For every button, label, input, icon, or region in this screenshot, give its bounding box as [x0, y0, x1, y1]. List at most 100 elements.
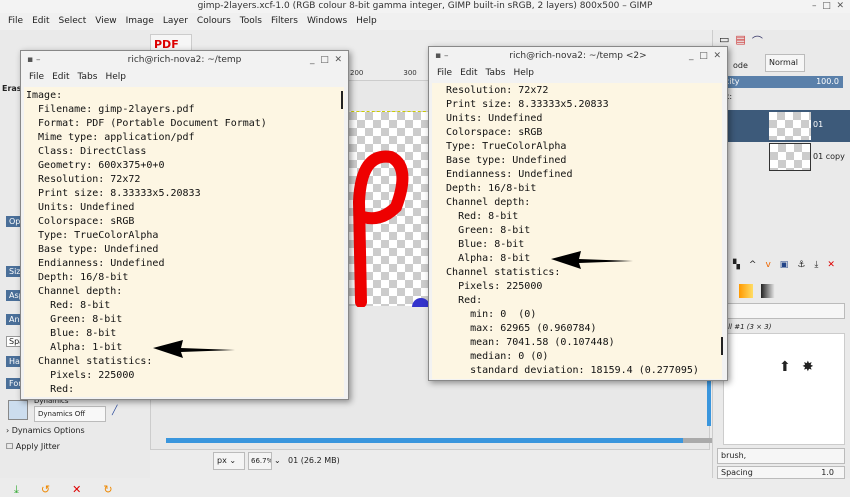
spacing-value: 1.0 — [821, 468, 834, 477]
opacity-slider[interactable]: city 100.0 — [713, 76, 843, 88]
terminal-title: rich@rich-nova2: ~/temp <2> — [509, 51, 647, 61]
restore-preset-icon[interactable]: ↺ — [41, 483, 50, 497]
brush-grid[interactable]: ⬆ ✸ — [723, 333, 845, 445]
menu-windows[interactable]: Windows — [307, 13, 347, 30]
spacing-slider[interactable]: Spacing 1.0 — [717, 466, 845, 479]
horizontal-ruler: 200 300 — [350, 69, 417, 77]
menubar: File Edit Select View Image Layer Colour… — [0, 13, 850, 30]
image-layer — [341, 111, 431, 316]
terminal-menu-help[interactable]: Help — [105, 69, 126, 85]
unit-value: px — [217, 456, 227, 465]
menu-help[interactable]: Help — [356, 13, 377, 30]
menu-filters[interactable]: Filters — [271, 13, 298, 30]
annotation-arrow-icon — [153, 340, 235, 358]
terminal-line: Geometry: 600x375+0+0 — [26, 160, 165, 171]
terminal-line: max: 62965 (0.960784) — [434, 323, 597, 334]
terminal-line: Units: Undefined — [434, 113, 543, 124]
terminal-line: Green: 8-bit — [434, 225, 531, 236]
menu-colours[interactable]: Colours — [197, 13, 231, 30]
zoom-dropdown[interactable]: ⌄ — [274, 452, 281, 470]
duplicate-layer-icon[interactable]: ▣ — [780, 260, 789, 270]
window-title: gimp-2layers.xcf-1.0 (RGB colour 8-bit g… — [0, 0, 850, 13]
gradients-tab-icon[interactable] — [739, 284, 753, 298]
brush-filter-input[interactable]: r — [717, 303, 845, 319]
unit-select[interactable]: px ⌄ — [213, 452, 245, 470]
ruler-tick: 200 — [350, 69, 364, 77]
delete-preset-icon[interactable]: ✕ — [72, 483, 81, 497]
edit-dynamics-icon[interactable]: ╱ — [112, 406, 117, 416]
mode-value: Normal — [769, 58, 798, 67]
terminal-line: Red: 8-bit — [434, 211, 519, 222]
terminal-line: Base type: Undefined — [434, 155, 567, 166]
menu-view[interactable]: View — [95, 13, 116, 30]
zoom-input[interactable]: 66.7% — [248, 452, 272, 470]
terminal-icon: ▪ – — [435, 51, 449, 61]
terminal-line: Format: PDF (Portable Document Format) — [26, 118, 267, 129]
lower-layer-icon[interactable]: v — [765, 260, 770, 270]
terminal-menu-tabs[interactable]: Tabs — [486, 65, 506, 81]
terminal-line: Mime type: application/pdf — [26, 132, 195, 143]
menu-image[interactable]: Image — [126, 13, 154, 30]
layer-row[interactable]: 01 — [713, 110, 850, 142]
window-controls[interactable]: – □ ✕ — [812, 0, 844, 13]
terminal-menu-tabs[interactable]: Tabs — [78, 69, 98, 85]
patterns-tab-icon[interactable] — [761, 284, 775, 298]
terminal-window-1[interactable]: ▪ – rich@rich-nova2: ~/temp _ □ ✕ File Edit… — [20, 50, 349, 400]
brush-tag-input[interactable]: brush, — [717, 448, 845, 464]
raise-layer-icon[interactable]: ^ — [749, 260, 757, 270]
terminal-line: Red: 8-bit — [26, 300, 111, 311]
terminal-window-2[interactable]: ▪ – rich@rich-nova2: ~/temp <2> _ □ ✕ File… — [428, 46, 728, 381]
terminal-scrollbar[interactable] — [721, 337, 723, 355]
terminal-line: median: 0 (0) — [434, 351, 549, 362]
layer-row[interactable]: 01 copy — [713, 142, 850, 172]
layer-thumbnail — [769, 143, 811, 171]
terminal-line: Units: Undefined — [26, 202, 135, 213]
anchor-icon[interactable]: ⚓ — [797, 260, 805, 270]
channels-tab-icon[interactable]: ▤ — [735, 33, 745, 49]
dynamics-select[interactable]: Dynamics Off — [34, 406, 106, 422]
terminal-line: min: 0 (0) — [434, 309, 537, 320]
terminal-menu-edit[interactable]: Edit — [52, 69, 69, 85]
terminal-window-controls[interactable]: _ □ ✕ — [310, 51, 342, 69]
horizontal-scrollbar[interactable] — [166, 438, 716, 443]
layer-thumbnail — [769, 112, 811, 140]
terminal-menu-file[interactable]: File — [437, 65, 452, 81]
terminal-menu-edit[interactable]: Edit — [460, 65, 477, 81]
menu-layer[interactable]: Layer — [163, 13, 188, 30]
paths-tab-icon[interactable]: ⌒ — [752, 33, 763, 49]
merge-icon[interactable]: ⤓ — [814, 260, 818, 270]
terminal-line: Endianness: Undefined — [434, 169, 573, 180]
dynamics-icon[interactable] — [8, 400, 28, 420]
apply-jitter-checkbox[interactable]: ☐ Apply Jitter — [6, 442, 60, 451]
terminal-line: Depth: 16/8-bit — [26, 272, 129, 283]
terminal-line: Print size: 8.33333x5.20833 — [434, 99, 609, 110]
new-group-icon[interactable]: ▚ — [733, 260, 740, 270]
delete-layer-icon[interactable]: ✕ — [827, 260, 835, 270]
terminal-output[interactable]: Resolution: 72x72 Print size: 8.33333x5.… — [432, 83, 722, 379]
menu-edit[interactable]: Edit — [32, 13, 49, 30]
terminal-scrollbar[interactable] — [341, 91, 343, 109]
layer-name: 01 copy — [813, 152, 845, 161]
menu-file[interactable]: File — [8, 13, 23, 30]
terminal-line: mean: 7041.58 (0.107448) — [434, 337, 615, 348]
terminal-line: Print size: 8.33333x5.20833 — [26, 188, 201, 199]
terminal-line: Class: DirectClass — [26, 146, 147, 157]
terminal-menu-help[interactable]: Help — [513, 65, 534, 81]
dynamics-options-expander[interactable]: › Dynamics Options — [6, 426, 85, 435]
menu-tools[interactable]: Tools — [240, 13, 262, 30]
terminal-line: Resolution: 72x72 — [434, 85, 549, 96]
terminal-window-controls[interactable]: _ □ ✕ — [689, 47, 721, 65]
menu-select[interactable]: Select — [59, 13, 87, 30]
save-preset-icon[interactable]: ⤓ — [14, 483, 19, 497]
terminal-line: Channel depth: — [26, 286, 123, 297]
terminal-line: Base type: Undefined — [26, 244, 159, 255]
terminal-menu-file[interactable]: File — [29, 69, 44, 85]
terminal-line: Depth: 16/8-bit — [434, 183, 537, 194]
ruler-tick: 300 — [403, 69, 417, 77]
reset-icon[interactable]: ↻ — [103, 483, 112, 497]
terminal-line: Type: TrueColorAlpha — [26, 230, 159, 241]
terminal-icon: ▪ – — [27, 55, 41, 65]
mode-select[interactable]: Normal ⌄ — [765, 54, 805, 83]
terminal-line: Pixels: 225000 — [26, 370, 135, 381]
terminal-line: Pixels: 225000 — [434, 281, 543, 292]
